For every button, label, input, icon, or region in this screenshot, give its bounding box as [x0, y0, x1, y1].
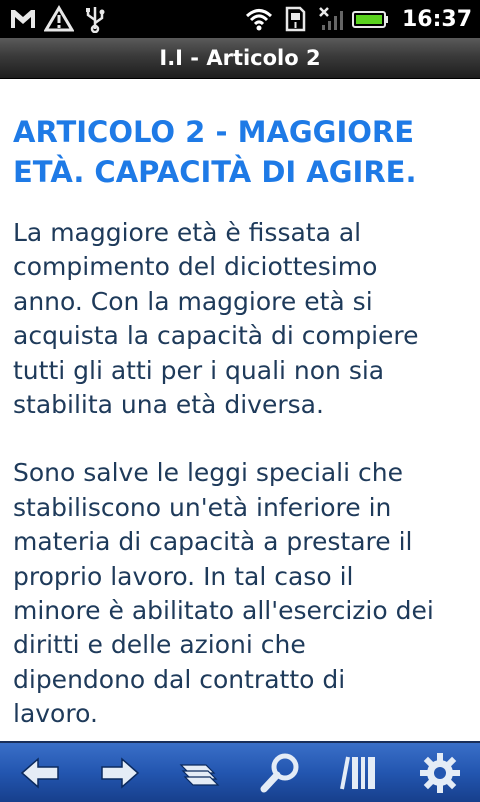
library-button[interactable]	[330, 746, 390, 800]
article-paragraph: Sono salve le leggi speciali che stabili…	[13, 456, 473, 731]
page-title: I.I - Articolo 2	[159, 46, 321, 70]
settings-button[interactable]	[410, 746, 470, 800]
text-line: La maggiore età è fissata al	[13, 218, 362, 247]
back-arrow-icon	[20, 756, 59, 789]
bookmarks-button[interactable]	[170, 746, 230, 800]
bottom-toolbar	[0, 741, 480, 802]
text-line: lavoro.	[13, 699, 98, 729]
text-line: acquista la capacità di compiere	[13, 321, 419, 351]
warning-icon	[43, 5, 75, 33]
no-signal-icon	[316, 5, 346, 33]
back-button[interactable]	[10, 746, 70, 800]
text-line: stabiliscono un'età inferiore in	[13, 492, 392, 522]
article-heading-line: ETÀ. CAPACITÀ DI AGIRE.	[13, 155, 417, 189]
article-paragraph: La maggiore età è fissata al compimento …	[13, 216, 473, 422]
text-line: dipendono dal contratto di	[13, 664, 346, 694]
forward-arrow-icon	[101, 756, 140, 789]
text-line: Sono salve le leggi speciali che	[13, 458, 403, 488]
search-button[interactable]	[250, 746, 310, 800]
text-line: proprio lavoro. In tal caso il	[13, 561, 354, 591]
settings-gear-icon	[420, 752, 460, 793]
library-icon	[340, 756, 375, 789]
text-line: minore è abilitato all'esercizio dei	[13, 596, 434, 626]
text-line: compimento del diciottesimo	[13, 252, 378, 282]
search-icon	[260, 753, 299, 792]
text-line: stabilita una età diversa.	[13, 390, 324, 420]
article-heading: ARTICOLO 2 - MAGGIORE ETÀ. CAPACITÀ DI A…	[13, 112, 473, 192]
text-line: diritti e delle azioni che	[13, 630, 306, 660]
text-line: anno. Con la maggiore età si	[13, 286, 373, 316]
title-bar: I.I - Articolo 2	[0, 38, 480, 79]
usb-icon	[80, 5, 110, 34]
text-line: materia di capacità a prestare il	[13, 527, 413, 557]
bookmarks-icon	[179, 763, 220, 786]
wifi-icon	[244, 5, 274, 33]
gmail-icon	[8, 5, 38, 33]
sd-card-icon	[280, 5, 310, 33]
article-content: ARTICOLO 2 - MAGGIORE ETÀ. CAPACITÀ DI A…	[13, 112, 473, 732]
text-line: tutti gli atti per i quali non sia	[13, 355, 385, 385]
article-heading-line: ARTICOLO 2 - MAGGIORE	[13, 115, 415, 149]
battery-icon	[351, 5, 390, 33]
forward-button[interactable]	[90, 746, 150, 800]
status-bar: 16:37	[0, 0, 480, 38]
status-time: 16:37	[401, 6, 472, 32]
